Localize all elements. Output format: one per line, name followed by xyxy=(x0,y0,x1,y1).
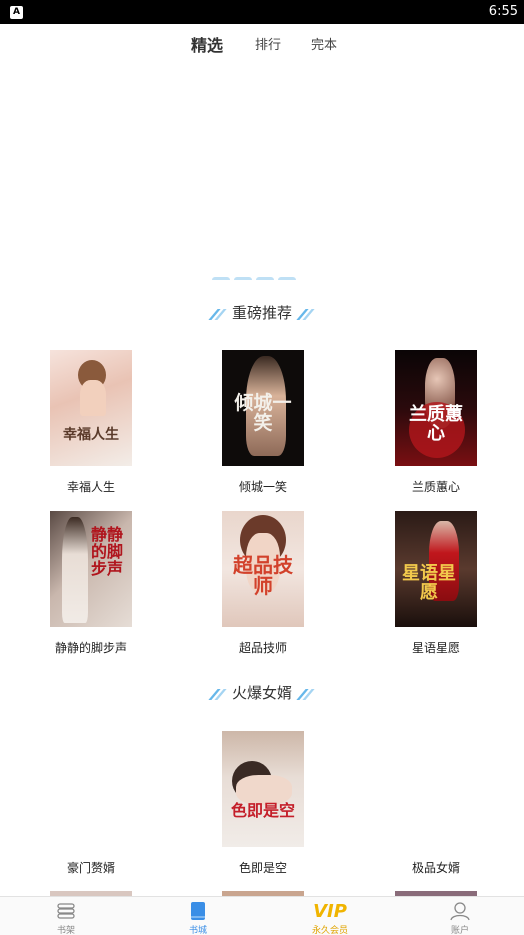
book-card[interactable]: 兰质蕙心 兰质蕙心 xyxy=(371,350,501,495)
notification-icon: A xyxy=(10,6,23,19)
nav-account[interactable]: 账户 xyxy=(420,897,500,935)
top-tab-bar: 精选 排行 完本 xyxy=(0,24,524,64)
tab-featured[interactable]: 精选 xyxy=(191,32,223,56)
book-card[interactable]: 倾城一笑 倾城一笑 xyxy=(198,350,328,495)
bottom-navigation: 书架 书城 VIP 永久会员 账户 xyxy=(0,896,524,935)
slash-decoration-icon xyxy=(296,688,315,700)
book-cover[interactable] xyxy=(395,731,477,847)
slash-decoration-icon xyxy=(208,308,227,320)
section-title-hot-son-in-law: 火爆女婿 xyxy=(0,682,524,704)
vip-icon: VIP xyxy=(313,901,347,921)
book-title: 兰质蕙心 xyxy=(411,480,460,494)
book-title: 超品技师 xyxy=(238,641,287,655)
tab-ranking[interactable]: 排行 xyxy=(255,34,281,53)
book-cover[interactable]: 幸福人生 xyxy=(50,350,132,466)
book-cover[interactable]: 超品技师 xyxy=(222,511,304,627)
book-card[interactable]: 静静的脚步声 静静的脚步声 xyxy=(26,511,156,656)
book-card[interactable]: 色即是空 色即是空 xyxy=(198,731,328,876)
section-title-text: 火爆女婿 xyxy=(231,684,292,702)
book-cover[interactable]: 兰质蕙心 xyxy=(395,350,477,466)
banner-page-indicator xyxy=(212,268,312,280)
status-clock: 6:55 xyxy=(488,4,518,19)
book-title: 倾城一笑 xyxy=(238,480,287,494)
book-card[interactable]: 幸福人生 幸福人生 xyxy=(26,350,156,495)
section-title-recommended: 重磅推荐 xyxy=(0,302,524,324)
book-cover[interactable]: 色即是空 xyxy=(222,731,304,847)
book-card[interactable]: 超品技师 超品技师 xyxy=(198,511,328,656)
book-title: 豪门赘婿 xyxy=(66,861,115,875)
book-title: 星语星愿 xyxy=(411,641,460,655)
nav-label: 书城 xyxy=(188,926,207,935)
nav-bookshelf[interactable]: 书架 xyxy=(26,897,106,935)
book-card[interactable]: 极品女婿 xyxy=(371,731,501,876)
svg-text:VIP: VIP xyxy=(313,901,347,921)
section-title-text: 重磅推荐 xyxy=(231,304,292,322)
nav-label: 永久会员 xyxy=(311,926,348,935)
slash-decoration-icon xyxy=(296,308,315,320)
book-cover[interactable]: 星语星愿 xyxy=(395,511,477,627)
nav-vip[interactable]: VIP 永久会员 xyxy=(290,897,370,935)
nav-label: 账户 xyxy=(450,926,469,935)
status-bar: A 6:55 xyxy=(0,0,524,24)
nav-label: 书架 xyxy=(56,926,75,935)
book-cover[interactable]: 倾城一笑 xyxy=(222,350,304,466)
book-title: 静静的脚步声 xyxy=(54,641,127,655)
slash-decoration-icon xyxy=(208,688,227,700)
book-title: 色即是空 xyxy=(238,861,287,875)
book-card[interactable]: 豪门赘婿 xyxy=(26,731,156,876)
book-cover[interactable] xyxy=(50,731,132,847)
book-card[interactable]: 星语星愿 星语星愿 xyxy=(371,511,501,656)
bookshelf-icon xyxy=(57,903,75,919)
account-icon xyxy=(450,902,470,921)
book-title: 幸福人生 xyxy=(66,480,115,494)
bookstore-icon xyxy=(191,902,205,920)
book-title: 极品女婿 xyxy=(411,861,460,875)
tab-completed[interactable]: 完本 xyxy=(311,34,337,53)
book-cover[interactable]: 静静的脚步声 xyxy=(50,511,132,627)
nav-bookstore[interactable]: 书城 xyxy=(158,897,238,935)
